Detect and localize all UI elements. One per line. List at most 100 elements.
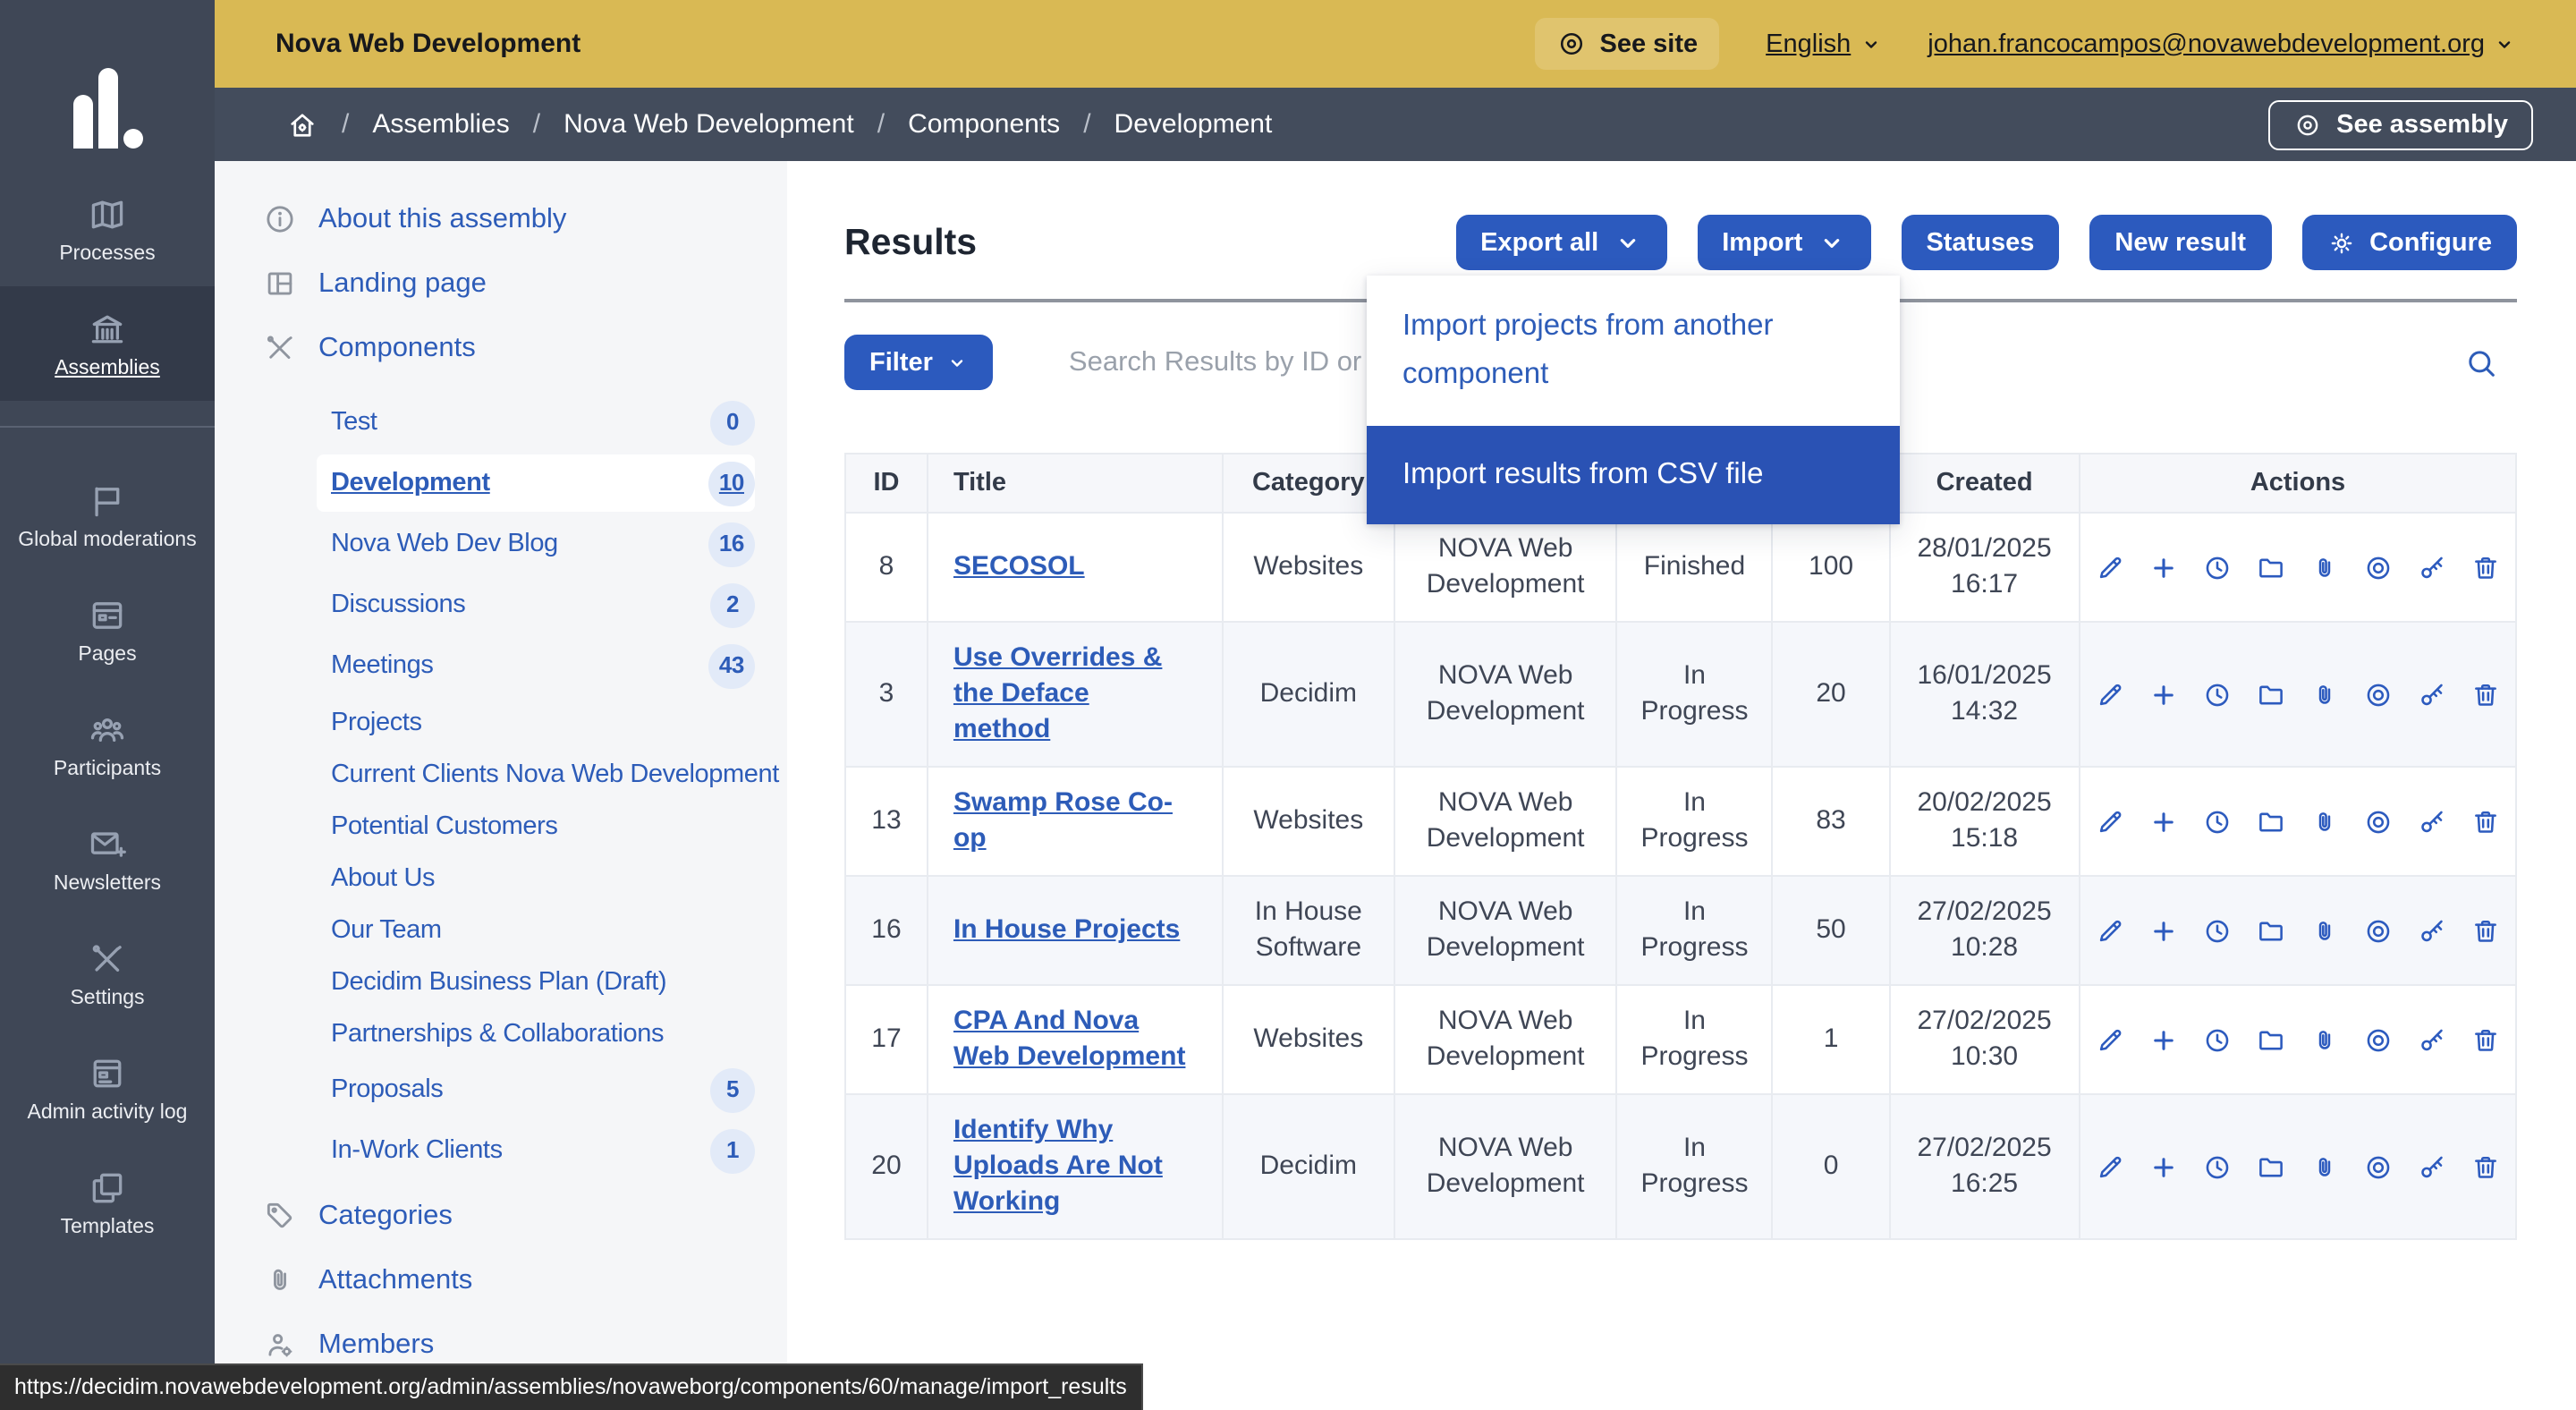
component-item-decidim-business-plan-draft[interactable]: Decidim Business Plan (Draft) (215, 956, 787, 1007)
add-icon[interactable] (2148, 1024, 2179, 1055)
breadcrumb-item-assemblies[interactable]: Assemblies (372, 109, 509, 140)
see-assembly-button[interactable]: See assembly (2268, 99, 2533, 149)
add-icon[interactable] (2148, 915, 2179, 946)
edit-icon[interactable] (2095, 1151, 2125, 1182)
component-item-partnerships-collaborations[interactable]: Partnerships & Collaborations (215, 1007, 787, 1059)
edit-icon[interactable] (2095, 915, 2125, 946)
component-item-our-team[interactable]: Our Team (215, 904, 787, 956)
dropdown-item-import-results-from-csv-file[interactable]: Import results from CSV file (1367, 426, 1900, 524)
sidebar-item-processes[interactable]: Processes (0, 172, 215, 286)
permissions-icon[interactable] (2417, 1024, 2447, 1055)
breadcrumb-item-development[interactable]: Development (1114, 109, 1273, 140)
component-item-about-us[interactable]: About Us (215, 852, 787, 904)
result-title-link[interactable]: Use Overrides & the Deface method (953, 642, 1162, 744)
sidebar-item-assemblies[interactable]: Assemblies (0, 286, 215, 401)
attachment-icon[interactable] (2309, 679, 2340, 709)
folder-icon[interactable] (2256, 552, 2286, 582)
clock-icon[interactable] (2202, 915, 2233, 946)
component-item-potential-customers[interactable]: Potential Customers (215, 800, 787, 852)
add-icon[interactable] (2148, 552, 2179, 582)
add-icon[interactable] (2148, 1151, 2179, 1182)
see-site-button[interactable]: See site (1536, 18, 1720, 70)
component-item-current-clients-nova-web-development[interactable]: Current Clients Nova Web Development (215, 748, 787, 800)
breadcrumb-item-nova-web-development[interactable]: Nova Web Development (564, 109, 854, 140)
result-title-link[interactable]: Identify Why Uploads Are Not Working (953, 1115, 1163, 1217)
sidebar-item-settings[interactable]: Settings (0, 916, 215, 1031)
result-title-link[interactable]: CPA And Nova Web Development (953, 1006, 1186, 1072)
clock-icon[interactable] (2202, 679, 2233, 709)
sidebar-item-templates[interactable]: Templates (0, 1145, 215, 1260)
user-menu[interactable]: johan.francocampos@novawebdevelopment.or… (1928, 30, 2515, 58)
language-selector[interactable]: English (1766, 30, 1881, 58)
component-item-meetings[interactable]: Meetings43 (215, 635, 787, 696)
preview-icon[interactable] (2363, 1151, 2394, 1182)
delete-icon[interactable] (2470, 915, 2501, 946)
folder-icon[interactable] (2256, 679, 2286, 709)
sidebar-item-pages[interactable]: Pages (0, 573, 215, 687)
preview-icon[interactable] (2363, 1024, 2394, 1055)
assembly-nav-landing-page[interactable]: Landing page (215, 251, 787, 315)
sidebar-item-newsletters[interactable]: Newsletters (0, 802, 215, 916)
permissions-icon[interactable] (2417, 552, 2447, 582)
clock-icon[interactable] (2202, 806, 2233, 837)
preview-icon[interactable] (2363, 806, 2394, 837)
breadcrumb-home[interactable] (286, 108, 318, 140)
preview-icon[interactable] (2363, 679, 2394, 709)
sidebar-item-global-moderations[interactable]: Global moderations (0, 458, 215, 573)
attachment-icon[interactable] (2309, 1024, 2340, 1055)
edit-icon[interactable] (2095, 806, 2125, 837)
preview-icon[interactable] (2363, 915, 2394, 946)
attachment-icon[interactable] (2309, 806, 2340, 837)
assembly-nav-attachments[interactable]: Attachments (215, 1247, 787, 1312)
component-item-proposals[interactable]: Proposals5 (215, 1059, 787, 1120)
permissions-icon[interactable] (2417, 915, 2447, 946)
result-title-link[interactable]: SECOSOL (953, 551, 1085, 582)
attachment-icon[interactable] (2309, 1151, 2340, 1182)
configure-button[interactable]: Configure (2301, 215, 2517, 270)
delete-icon[interactable] (2470, 552, 2501, 582)
attachment-icon[interactable] (2309, 915, 2340, 946)
statuses-button[interactable]: Statuses (1901, 215, 2059, 270)
component-item-in-work-clients[interactable]: In-Work Clients1 (215, 1120, 787, 1181)
result-title-link[interactable]: In House Projects (953, 914, 1180, 945)
clock-icon[interactable] (2202, 1151, 2233, 1182)
add-icon[interactable] (2148, 679, 2179, 709)
decidim-logo[interactable] (0, 0, 215, 172)
sidebar-item-participants[interactable]: Participants (0, 687, 215, 802)
add-icon[interactable] (2148, 806, 2179, 837)
edit-icon[interactable] (2095, 679, 2125, 709)
component-item-test[interactable]: Test0 (215, 392, 787, 453)
folder-icon[interactable] (2256, 915, 2286, 946)
clock-icon[interactable] (2202, 552, 2233, 582)
folder-icon[interactable] (2256, 1024, 2286, 1055)
dropdown-item-import-projects-from-another-component[interactable]: Import projects from another component (1367, 276, 1900, 426)
permissions-icon[interactable] (2417, 1151, 2447, 1182)
permissions-icon[interactable] (2417, 679, 2447, 709)
sidebar-item-admin-activity-log[interactable]: Admin activity log (0, 1031, 215, 1145)
export-all-button[interactable]: Export all (1455, 215, 1666, 270)
preview-icon[interactable] (2363, 552, 2394, 582)
new-result-button[interactable]: New result (2089, 215, 2271, 270)
component-item-development[interactable]: Development10 (317, 454, 755, 512)
component-item-projects[interactable]: Projects (215, 696, 787, 748)
folder-icon[interactable] (2256, 806, 2286, 837)
edit-icon[interactable] (2095, 552, 2125, 582)
delete-icon[interactable] (2470, 806, 2501, 837)
result-title-link[interactable]: Swamp Rose Co-op (953, 787, 1173, 854)
import-button[interactable]: Import (1697, 215, 1870, 270)
folder-icon[interactable] (2256, 1151, 2286, 1182)
permissions-icon[interactable] (2417, 806, 2447, 837)
delete-icon[interactable] (2470, 679, 2501, 709)
component-item-discussions[interactable]: Discussions2 (215, 574, 787, 635)
component-item-nova-web-dev-blog[interactable]: Nova Web Dev Blog16 (215, 514, 787, 574)
attachment-icon[interactable] (2309, 552, 2340, 582)
filter-button[interactable]: Filter (844, 335, 994, 390)
assembly-nav-categories[interactable]: Categories (215, 1183, 787, 1247)
search-button[interactable] (2463, 344, 2499, 380)
edit-icon[interactable] (2095, 1024, 2125, 1055)
delete-icon[interactable] (2470, 1151, 2501, 1182)
assembly-nav-about-this-assembly[interactable]: About this assembly (215, 186, 787, 251)
clock-icon[interactable] (2202, 1024, 2233, 1055)
delete-icon[interactable] (2470, 1024, 2501, 1055)
breadcrumb-item-components[interactable]: Components (908, 109, 1060, 140)
